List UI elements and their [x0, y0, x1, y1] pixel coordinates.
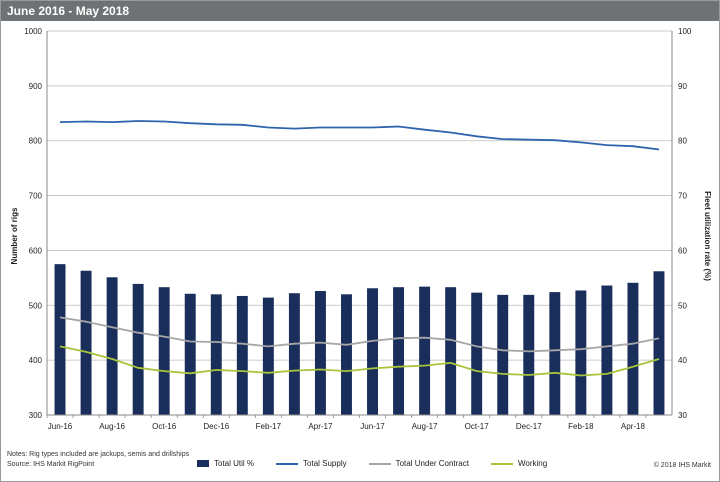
x-tick-label: Apr-18 [621, 422, 646, 431]
bar [367, 288, 378, 415]
legend-item: Total Under Contract [368, 459, 469, 468]
y2-tick-label: 40 [678, 356, 687, 365]
bar [106, 277, 118, 415]
legend-label: Working [517, 459, 548, 468]
bar [236, 295, 248, 415]
bar [549, 292, 561, 415]
x-tick-label: Jun-17 [360, 422, 385, 431]
bar [575, 290, 587, 415]
chart-header: June 2016 - May 2018 [1, 1, 719, 21]
x-tick-label: Feb-17 [256, 422, 282, 431]
legend-label: Total Under Contract [395, 459, 469, 468]
y-tick-label: 300 [29, 411, 43, 420]
legend-swatch [276, 462, 299, 465]
legend-label: Total Supply [303, 459, 347, 468]
legend-item: Total Util % [197, 459, 254, 468]
bar [288, 293, 300, 415]
bar [158, 287, 170, 415]
bar [210, 294, 222, 415]
legend-swatch [368, 462, 391, 465]
y2-tick-label: 90 [678, 82, 687, 91]
chart-title: June 2016 - May 2018 [7, 4, 130, 18]
bar [341, 294, 352, 415]
legend-swatch [490, 462, 513, 465]
y-tick-label: 700 [29, 192, 43, 201]
x-tick-label: Dec-16 [203, 422, 229, 431]
x-tick-label: Aug-16 [99, 422, 125, 431]
bar [627, 282, 639, 415]
bar [653, 271, 665, 415]
bar [184, 293, 196, 415]
source-line: Source: IHS Markit RigPoint [7, 461, 95, 468]
copyright: © 2018 IHS Markit [653, 462, 711, 469]
bar [471, 292, 483, 415]
y2-tick-label: 30 [678, 411, 687, 420]
chart-frame: June 2016 - May 2018 300 30 400 40 500 50 600 6… [0, 0, 720, 482]
bar [523, 294, 535, 415]
y2-tick-label: 80 [678, 137, 687, 146]
series-line [59, 316, 660, 353]
y-tick-label: 1000 [24, 27, 42, 36]
bar [132, 283, 144, 415]
bar [601, 285, 613, 415]
bar [497, 294, 509, 415]
y-tick-label: 400 [29, 356, 43, 365]
legend-item: Total Supply [276, 459, 347, 468]
x-tick-label: Oct-17 [465, 422, 490, 431]
y-tick-label: 500 [29, 301, 43, 310]
y2-tick-label: 50 [678, 301, 687, 310]
legend-swatch [197, 460, 209, 467]
y-tick-label: 800 [29, 137, 43, 146]
legend-item: Working [490, 459, 548, 468]
series-line [59, 120, 660, 151]
bar [262, 297, 274, 415]
chart-plot: 300 30 400 40 500 50 600 60 700 70 800 80 900 90 1000 1… [10, 27, 712, 431]
chart-legend: Total Util % Total Supply Total Under Cont… [197, 459, 569, 468]
x-tick-label: Dec-17 [516, 422, 542, 431]
bar [54, 264, 66, 415]
x-tick-label: Feb-18 [568, 422, 594, 431]
x-tick-label: Apr-17 [308, 422, 333, 431]
bar [419, 286, 431, 415]
y-tick-label: 600 [29, 246, 43, 255]
y-axis-label: Number of rigs [10, 207, 19, 264]
legend-label: Total Util % [214, 459, 255, 468]
bar [80, 270, 92, 415]
x-tick-label: Aug-17 [412, 422, 438, 431]
bar [393, 287, 405, 415]
notes-line: Notes: Rig types included are jackups, s… [7, 451, 190, 458]
chart-notes: Notes: Rig types included are jackups, s… [7, 450, 189, 470]
x-tick-label: Jun-16 [48, 422, 73, 431]
y2-tick-label: 60 [678, 246, 687, 255]
y2-axis-label: Fleet utilization rate (%) [703, 191, 712, 281]
bar [314, 291, 326, 415]
series-line [59, 345, 660, 377]
y2-tick-label: 70 [678, 192, 687, 201]
x-tick-label: Oct-16 [152, 422, 177, 431]
bar [445, 287, 457, 415]
y2-tick-label: 100 [678, 27, 692, 36]
y-tick-label: 900 [29, 82, 43, 91]
